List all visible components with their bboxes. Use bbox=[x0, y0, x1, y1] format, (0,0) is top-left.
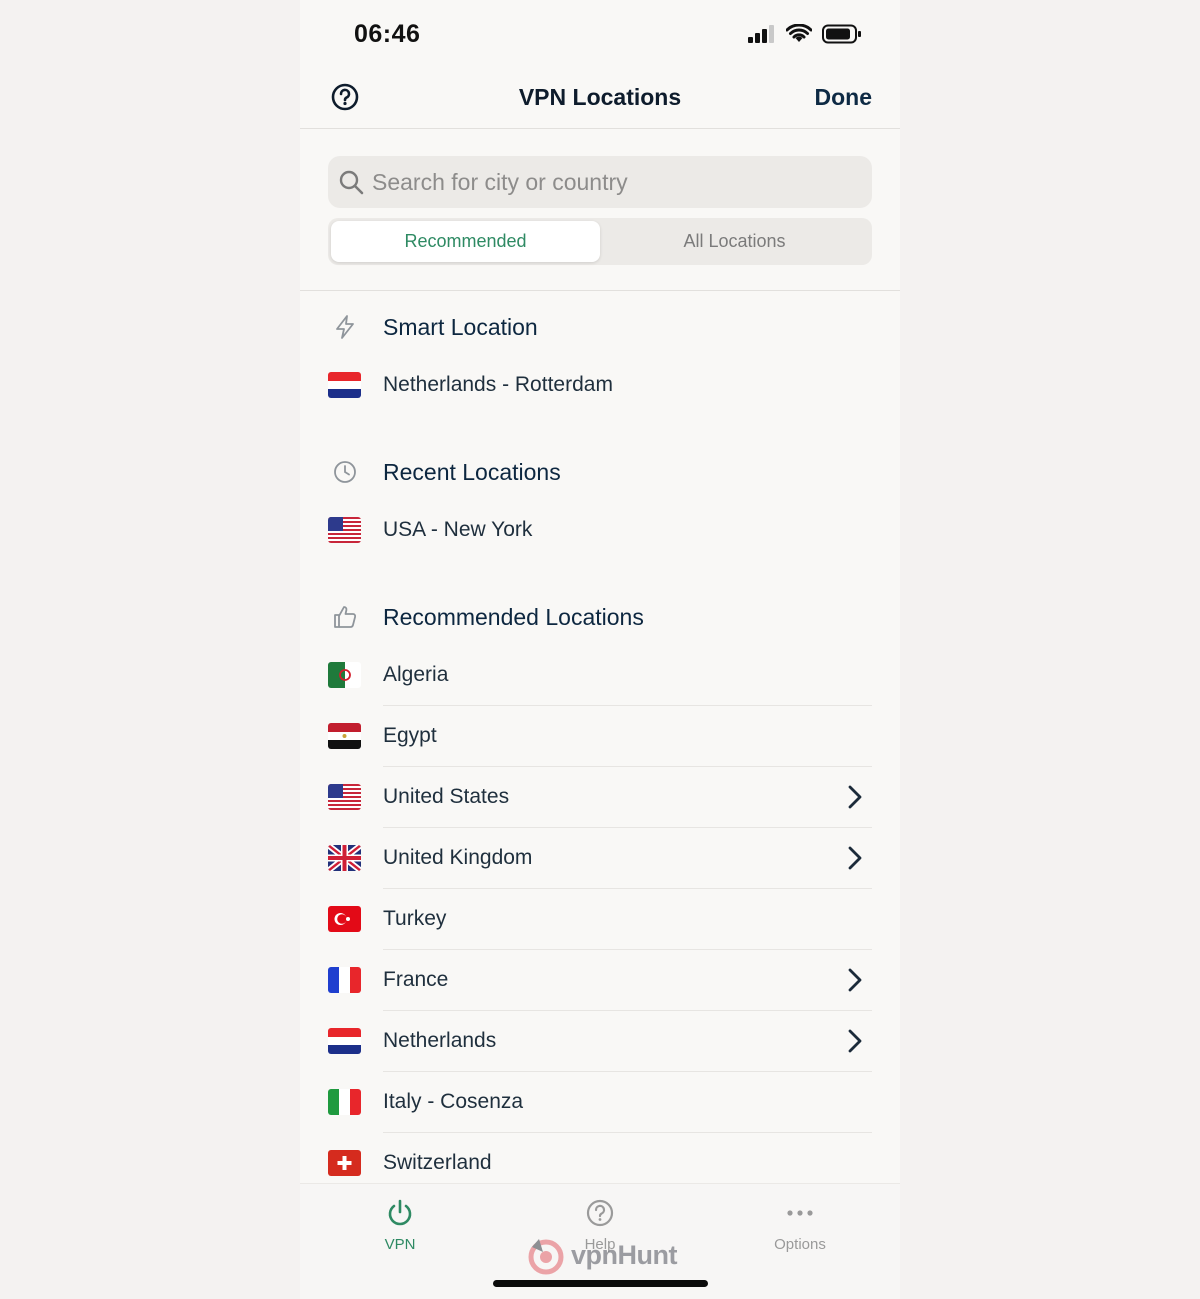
tab-vpn[interactable]: VPN bbox=[340, 1198, 460, 1253]
location-label: Italy - Cosenza bbox=[383, 1090, 524, 1113]
italy-flag-icon bbox=[328, 1089, 361, 1115]
divider bbox=[300, 290, 900, 291]
tab-label: Options bbox=[774, 1236, 826, 1253]
battery-icon bbox=[822, 24, 861, 44]
section-title: Smart Location bbox=[383, 313, 538, 340]
tab-all-locations[interactable]: All Locations bbox=[600, 221, 869, 262]
list-item-netherlands[interactable]: Netherlands bbox=[300, 1011, 900, 1072]
status-time: 06:46 bbox=[354, 20, 421, 48]
list-item-egypt[interactable]: Egypt bbox=[300, 706, 900, 767]
section-recommended-locations: Recommended Locations bbox=[300, 597, 900, 637]
search-bar[interactable] bbox=[328, 156, 872, 208]
done-button[interactable]: Done bbox=[815, 84, 873, 111]
location-segmented-control: Recommended All Locations bbox=[328, 218, 872, 265]
list-item[interactable]: USA - New York bbox=[300, 500, 900, 561]
wifi-icon bbox=[786, 24, 812, 42]
location-label: USA - New York bbox=[383, 518, 533, 541]
navigation-bar: VPN Locations Done bbox=[300, 62, 900, 129]
chevron-right-icon[interactable] bbox=[848, 968, 862, 992]
location-label: Netherlands bbox=[383, 1029, 497, 1052]
location-label: Algeria bbox=[383, 663, 449, 686]
more-dots-icon bbox=[787, 1210, 813, 1216]
watermark: vpnHunt bbox=[525, 1235, 677, 1275]
location-label: United States bbox=[383, 785, 510, 808]
help-circle-icon bbox=[586, 1199, 614, 1227]
location-label: United Kingdom bbox=[383, 846, 533, 869]
turkey-flag-icon bbox=[328, 906, 361, 932]
list-item-italy-cosenza[interactable]: Italy - Cosenza bbox=[300, 1072, 900, 1133]
status-icons bbox=[748, 24, 862, 44]
location-label: France bbox=[383, 968, 449, 991]
location-label: Egypt bbox=[383, 724, 437, 747]
egypt-flag-icon bbox=[328, 723, 361, 749]
page-title: VPN Locations bbox=[518, 84, 682, 110]
lightning-bolt-icon bbox=[336, 315, 354, 339]
list-item-france[interactable]: France bbox=[300, 950, 900, 1011]
section-smart-location: Smart Location bbox=[300, 307, 900, 347]
tab-label: VPN bbox=[384, 1236, 416, 1253]
section-title: Recommended Locations bbox=[383, 603, 644, 630]
tab-recommended[interactable]: Recommended bbox=[331, 221, 600, 262]
chevron-right-icon[interactable] bbox=[848, 1029, 862, 1053]
algeria-flag-icon bbox=[328, 662, 361, 688]
usa-flag-icon bbox=[328, 517, 361, 543]
vpnhunt-logo-icon bbox=[528, 1239, 564, 1275]
list-item-united-states[interactable]: United States bbox=[300, 767, 900, 828]
switzerland-flag-icon bbox=[328, 1150, 361, 1176]
france-flag-icon bbox=[328, 967, 361, 993]
list-item-algeria[interactable]: Algeria bbox=[300, 645, 900, 706]
phone-screen: 06:46 VPN Locations Done Search for city… bbox=[300, 0, 900, 1299]
location-label: Turkey bbox=[383, 907, 447, 930]
chevron-right-icon[interactable] bbox=[848, 785, 862, 809]
tab-options[interactable]: Options bbox=[740, 1198, 860, 1253]
netherlands-flag-icon bbox=[328, 372, 361, 398]
list-item-turkey[interactable]: Turkey bbox=[300, 889, 900, 950]
list-item[interactable]: Netherlands - Rotterdam bbox=[300, 355, 900, 416]
thumbs-up-icon bbox=[334, 606, 357, 628]
netherlands-flag-icon bbox=[328, 1028, 361, 1054]
list-item-united-kingdom[interactable]: United Kingdom bbox=[300, 828, 900, 889]
usa-flag-icon bbox=[328, 784, 361, 810]
search-input[interactable] bbox=[372, 168, 852, 196]
chevron-right-icon[interactable] bbox=[848, 846, 862, 870]
home-indicator bbox=[493, 1280, 708, 1287]
search-icon bbox=[339, 170, 364, 195]
location-label: Netherlands - Rotterdam bbox=[383, 373, 613, 396]
section-title: Recent Locations bbox=[383, 458, 561, 485]
location-label: Switzerland bbox=[383, 1151, 492, 1174]
section-recent-locations: Recent Locations bbox=[300, 452, 900, 492]
clock-icon bbox=[334, 461, 356, 483]
uk-flag-icon bbox=[328, 845, 361, 871]
cellular-signal-icon bbox=[748, 25, 774, 43]
power-icon bbox=[388, 1199, 412, 1226]
watermark-text: vpnHunt bbox=[571, 1239, 677, 1270]
